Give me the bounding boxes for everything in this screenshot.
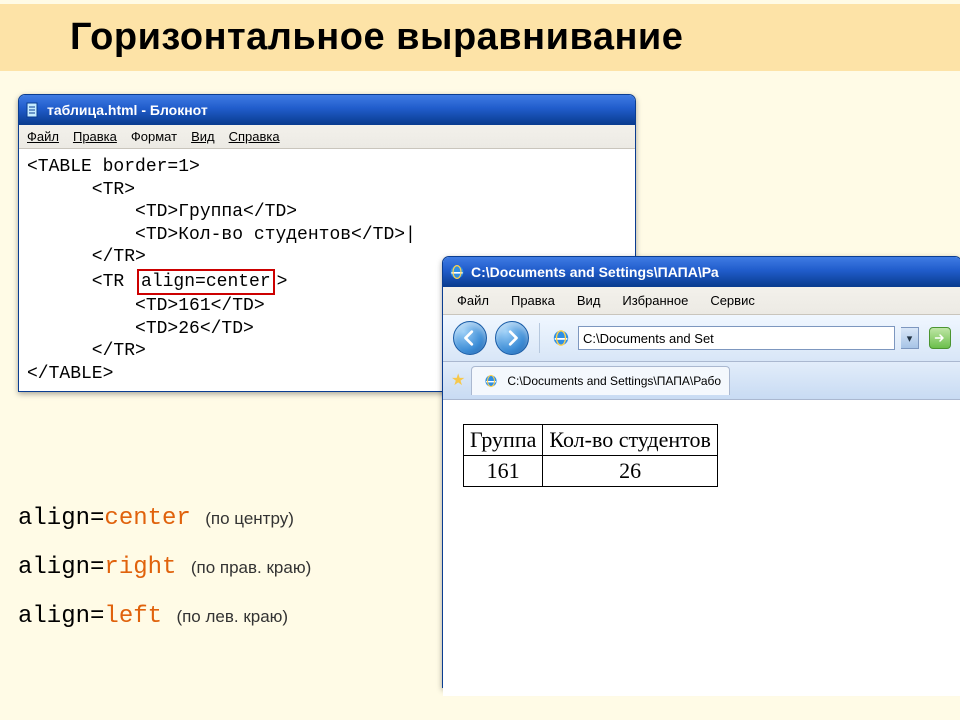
tab-favicon (480, 370, 502, 392)
align-legend: align=center (по центру) align=right (по… (18, 494, 311, 642)
code-line: <TABLE border=1> (27, 157, 200, 177)
ie-titlebar[interactable]: C:\Documents and Settings\ПАПА\Ра (443, 257, 960, 287)
ie-title-text: C:\Documents and Settings\ПАПА\Ра (471, 264, 955, 280)
notepad-icon (25, 102, 41, 118)
ie-menu-edit[interactable]: Правка (511, 293, 555, 308)
code-line: <TD>161</TD> (27, 296, 265, 316)
notepad-menubar: Файл Правка Формат Вид Справка (19, 125, 635, 149)
cell-count-value: 26 (543, 456, 717, 487)
back-button[interactable] (453, 321, 487, 355)
ie-icon (449, 264, 465, 280)
cell-group-header: Группа (464, 425, 543, 456)
code-line: <TR (27, 272, 135, 292)
menu-help[interactable]: Справка (229, 129, 280, 144)
rendered-table: Группа Кол-во студентов 161 26 (463, 424, 718, 487)
code-line: </TABLE> (27, 364, 113, 384)
legend-left: align=left (по лев. краю) (18, 592, 311, 641)
page-favicon (550, 327, 572, 349)
menu-view[interactable]: Вид (191, 129, 215, 144)
ie-menu-tools[interactable]: Сервис (710, 293, 755, 308)
cell-count-header: Кол-во студентов (543, 425, 717, 456)
address-dropdown[interactable]: ▾ (901, 327, 919, 349)
table-row: Группа Кол-во студентов (464, 425, 718, 456)
forward-button[interactable] (495, 321, 529, 355)
address-bar[interactable]: C:\Documents and Set (578, 326, 895, 350)
menu-edit[interactable]: Правка (73, 129, 117, 144)
ie-menu-file[interactable]: Файл (457, 293, 489, 308)
browser-tab[interactable]: C:\Documents and Settings\ПАПА\Рабо (471, 366, 730, 395)
legend-right: align=right (по прав. краю) (18, 543, 311, 592)
menu-format[interactable]: Формат (131, 129, 177, 144)
chevron-down-icon: ▾ (907, 332, 913, 345)
toolbar-separator (539, 323, 540, 353)
legend-center: align=center (по центру) (18, 494, 311, 543)
highlight-align-center: align=center (137, 269, 275, 296)
cell-group-value: 161 (464, 456, 543, 487)
ie-tabbar: ★ C:\Documents and Settings\ПАПА\Рабо (443, 362, 960, 400)
ie-toolbar: C:\Documents and Set ▾ (443, 315, 960, 362)
ie-window: C:\Documents and Settings\ПАПА\Ра Файл П… (442, 256, 960, 688)
address-text: C:\Documents and Set (583, 331, 714, 346)
code-line: </TR> (27, 247, 146, 267)
code-line: <TD>Кол-во студентов</TD>| (27, 225, 416, 245)
code-line: <TD>Группа</TD> (27, 202, 297, 222)
notepad-title-text: таблица.html - Блокнот (47, 102, 629, 118)
page-title: Горизонтальное выравнивание (70, 16, 960, 59)
favorites-star-icon[interactable]: ★ (451, 373, 465, 389)
code-line: <TD>26</TD> (27, 319, 254, 339)
page-title-bar: Горизонтальное выравнивание (0, 4, 960, 71)
go-button[interactable] (929, 327, 951, 349)
code-line: > (277, 272, 288, 292)
tab-text: C:\Documents and Settings\ПАПА\Рабо (507, 374, 721, 388)
menu-file[interactable]: Файл (27, 129, 59, 144)
ie-menubar: Файл Правка Вид Избранное Сервис (443, 287, 960, 315)
ie-menu-view[interactable]: Вид (577, 293, 601, 308)
table-row: 161 26 (464, 456, 718, 487)
code-line: </TR> (27, 341, 146, 361)
ie-page-body: Группа Кол-во студентов 161 26 (443, 400, 960, 696)
code-line: <TR> (27, 180, 135, 200)
notepad-titlebar[interactable]: таблица.html - Блокнот (19, 95, 635, 125)
ie-menu-fav[interactable]: Избранное (622, 293, 688, 308)
